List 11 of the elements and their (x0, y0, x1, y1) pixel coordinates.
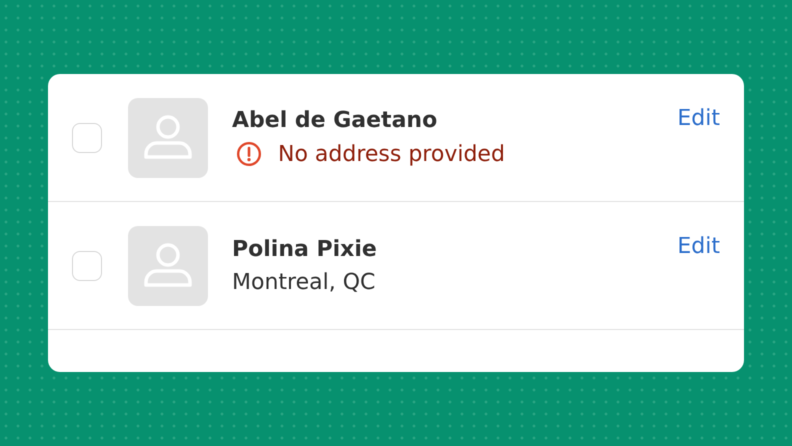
edit-link[interactable]: Edit (677, 106, 720, 131)
customer-address: Montreal, QC (232, 270, 376, 294)
customer-name: Polina Pixie (232, 236, 378, 262)
customer-name: Abel de Gaetano (232, 108, 438, 133)
avatar-icon (128, 98, 208, 178)
warning-icon (236, 141, 262, 167)
avatar-icon (128, 226, 208, 306)
warning-text: No address provided (278, 142, 505, 166)
checkbox[interactable] (72, 122, 102, 152)
edit-link[interactable]: Edit (677, 234, 720, 259)
checkbox[interactable] (72, 250, 102, 280)
